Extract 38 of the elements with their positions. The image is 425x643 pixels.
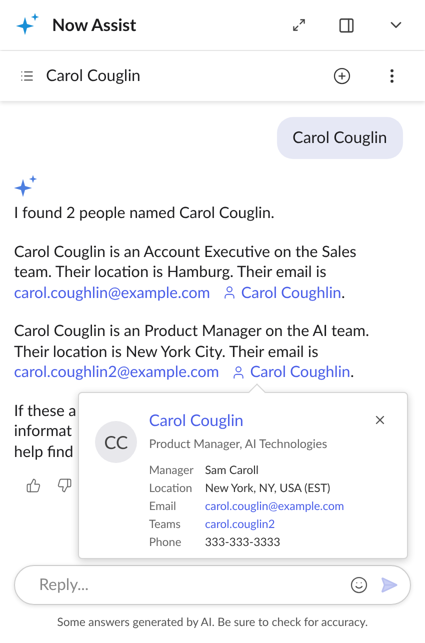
email-link[interactable]: carol.coughlin2@example.com bbox=[14, 363, 220, 381]
message-paragraph: I found 2 people named Carol Couglin. bbox=[14, 203, 274, 224]
email-link[interactable]: carol.coughlin@example.com bbox=[14, 284, 210, 302]
field-value: Sam Caroll bbox=[205, 463, 260, 479]
field-label: Phone bbox=[149, 535, 182, 551]
person-link[interactable]: Carol Coughlin bbox=[231, 362, 350, 382]
sparkle-icon bbox=[14, 175, 38, 199]
sparkle-icon bbox=[16, 13, 40, 37]
field-value: 333-333-3333 bbox=[205, 535, 282, 551]
field-label: Manager bbox=[149, 463, 194, 479]
person-icon bbox=[222, 285, 238, 300]
list-icon[interactable] bbox=[20, 69, 34, 83]
thumbs-up-button[interactable] bbox=[26, 478, 41, 493]
conversation-title: Carol Couglin bbox=[46, 65, 142, 87]
message-paragraph: Carol Couglin is an Product Manager on the AI team. Their location is New York City. Their email is carol.coughlin2@example.com Carol Coughlin. bbox=[14, 321, 370, 382]
app-title: Now Assist bbox=[52, 13, 138, 38]
field-label: Location bbox=[149, 481, 194, 497]
close-button[interactable] bbox=[373, 413, 387, 427]
user-message-bubble: Carol Couglin bbox=[276, 117, 403, 159]
ai-disclaimer: Some answers generated by AI. Be sure to check for accuracy. bbox=[56, 614, 369, 631]
field-label: Email bbox=[149, 499, 178, 515]
person-link[interactable]: Carol Coughlin bbox=[222, 282, 342, 303]
message-paragraph: If these a informat help find bbox=[14, 400, 76, 462]
field-value: New York, NY, USA (EST) bbox=[205, 481, 332, 497]
person-icon bbox=[231, 364, 246, 380]
field-link[interactable]: carol.couglin2 bbox=[205, 517, 391, 533]
message-paragraph: Carol Couglin is an Account Executive on the Sales team. Their location is Hamburg. Their email is carol.coughlin@example.com Carol Coughlin. bbox=[14, 242, 356, 303]
field-link[interactable]: carol.couglin@example.com bbox=[205, 499, 391, 515]
thumbs-down-button[interactable] bbox=[57, 478, 72, 493]
person-subtitle: Product Manager, AI Technologies bbox=[149, 435, 328, 453]
reply-field[interactable]: Reply... bbox=[39, 572, 338, 597]
reply-box[interactable]: Reply... bbox=[14, 564, 411, 605]
avatar: CC bbox=[95, 421, 137, 463]
emoji-button[interactable] bbox=[350, 576, 368, 594]
side-panel-icon[interactable] bbox=[338, 16, 355, 34]
expand-icon[interactable] bbox=[292, 18, 306, 32]
person-name-link[interactable]: Carol Couglin bbox=[149, 409, 373, 433]
field-label: Teams bbox=[149, 517, 182, 533]
